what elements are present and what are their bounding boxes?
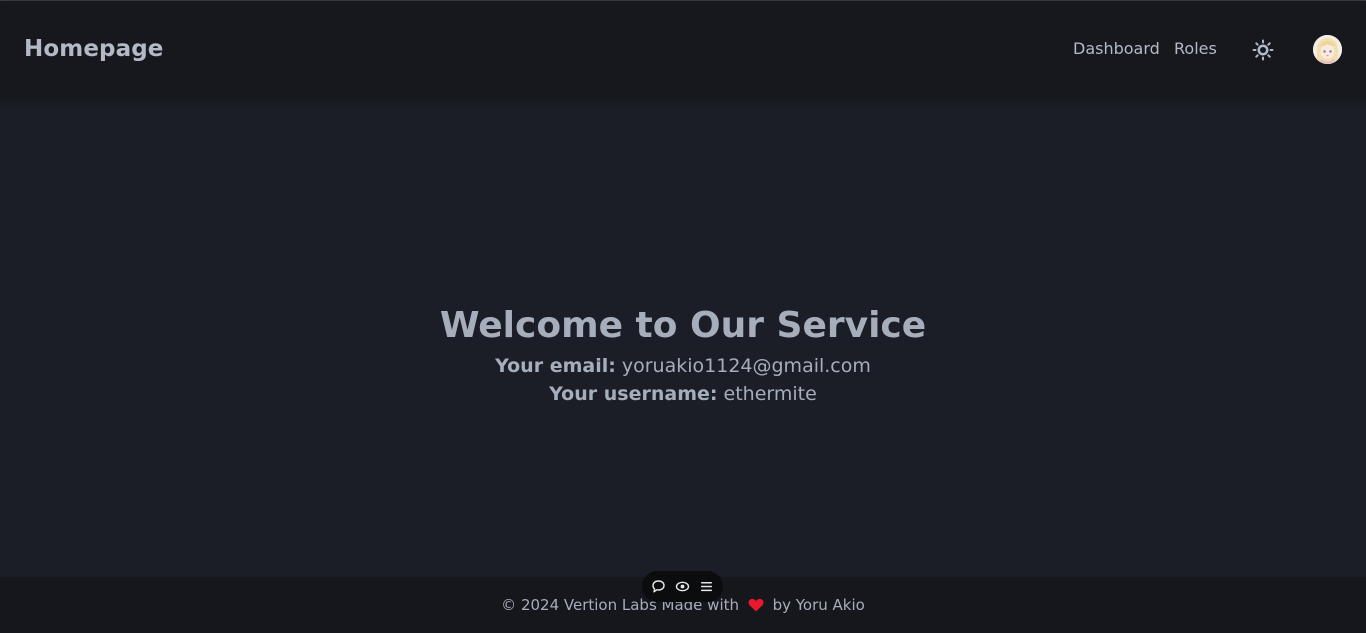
user-avatar[interactable] <box>1313 35 1342 64</box>
sun-icon <box>1252 39 1274 61</box>
avatar-image <box>1313 35 1342 64</box>
username-label: Your username: <box>549 383 718 405</box>
nav-link-roles[interactable]: Roles <box>1174 39 1217 58</box>
page-title: Welcome to Our Service <box>439 305 927 346</box>
nav-link-dashboard[interactable]: Dashboard <box>1073 39 1160 58</box>
heart-icon <box>748 598 764 616</box>
page: Homepage Dashboard Roles Welcome to Our … <box>0 0 1366 633</box>
email-line: Your email: yoruakio1124@gmail.com <box>0 352 1366 380</box>
eye-icon <box>675 581 690 592</box>
theme-toggle-button[interactable] <box>1250 37 1276 63</box>
chat-button[interactable] <box>651 579 666 594</box>
username-value: ethermite <box>723 383 817 405</box>
menu-icon <box>701 582 712 592</box>
chat-icon <box>652 580 665 593</box>
email-value: yoruakio1124@gmail.com <box>621 355 871 377</box>
brand-link[interactable]: Homepage <box>24 36 163 62</box>
floating-toolbar <box>642 571 723 602</box>
welcome-section: Welcome to Our Service Your email: yorua… <box>0 300 1366 408</box>
eye-button[interactable] <box>675 579 690 594</box>
username-line: Your username: ethermite <box>0 380 1366 408</box>
footer-author: by Yoru Akio <box>772 596 865 614</box>
menu-button[interactable] <box>699 579 714 594</box>
email-label: Your email: <box>495 355 616 377</box>
navbar: Homepage Dashboard Roles <box>0 1 1366 98</box>
